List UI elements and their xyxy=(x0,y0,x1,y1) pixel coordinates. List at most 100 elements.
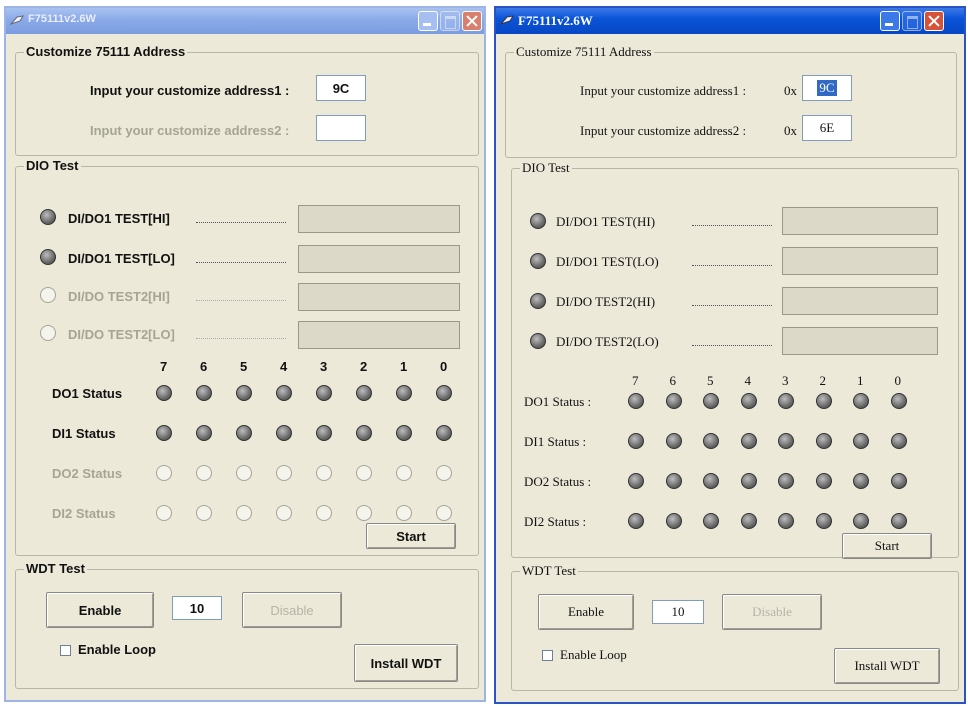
address2-label: Input your customize address2 : xyxy=(90,123,290,138)
status-led xyxy=(778,473,794,489)
address2-field[interactable]: 6E xyxy=(802,115,852,141)
bit-header: 7 xyxy=(632,373,639,388)
status-row-label: DI1 Status xyxy=(52,426,116,441)
test-label: DI/DO1 TEST[HI] xyxy=(68,211,170,226)
status-row-label: DI1 Status : xyxy=(524,434,587,449)
status-led xyxy=(316,465,332,481)
enable-loop-label: Enable Loop xyxy=(78,642,156,657)
status-led xyxy=(815,393,832,409)
window-title: F75111v2.6W xyxy=(518,13,593,28)
app-icon xyxy=(500,15,514,25)
status-led xyxy=(628,393,644,409)
bit-header: 6 xyxy=(669,373,677,388)
status-led xyxy=(356,465,372,481)
close-icon[interactable] xyxy=(924,11,944,31)
address1-field[interactable]: 9C xyxy=(802,75,852,101)
status-led xyxy=(665,393,682,409)
status-led xyxy=(276,505,292,521)
status-led xyxy=(628,513,644,529)
bit-header: 1 xyxy=(400,359,408,374)
test-label: DI/DO TEST2(LO) xyxy=(556,334,659,349)
address2-field[interactable] xyxy=(316,115,366,141)
test-led xyxy=(530,213,546,229)
status-led xyxy=(853,513,869,529)
status-led xyxy=(703,473,719,489)
test-result xyxy=(298,205,460,233)
test-label: DI/DO TEST2(HI) xyxy=(556,294,656,309)
start-button[interactable]: Start xyxy=(842,533,932,559)
wdt-value-field[interactable]: 10 xyxy=(652,600,704,624)
bit-header: 1 xyxy=(857,373,864,388)
status-led xyxy=(196,505,212,521)
status-led xyxy=(703,433,719,449)
bit-header: 5 xyxy=(240,359,248,374)
status-led xyxy=(156,385,172,401)
status-led xyxy=(316,385,332,401)
app-icon xyxy=(10,15,24,25)
enable-loop-checkbox[interactable] xyxy=(542,650,553,661)
enable-button[interactable]: Enable xyxy=(46,592,154,628)
status-led xyxy=(628,473,644,489)
window-title: F75111v2.6W xyxy=(28,13,96,25)
dotted-leader xyxy=(692,225,772,226)
hex-prefix: 0x xyxy=(784,123,797,138)
test-led xyxy=(530,253,546,269)
status-row-label: DO2 Status : xyxy=(524,474,592,489)
install-wdt-button[interactable]: Install WDT xyxy=(354,644,458,682)
status-led xyxy=(236,505,252,521)
dio-group: DIO Test DI/DO1 TEST(HI) DI/DO1 TEST(LO)… xyxy=(511,160,959,559)
status-led xyxy=(236,425,252,441)
customize-group: Customize 75111 Address Input your custo… xyxy=(15,44,479,156)
maximize-icon[interactable] xyxy=(440,11,460,31)
status-led xyxy=(436,385,452,401)
test-led xyxy=(530,333,546,349)
status-led xyxy=(156,465,172,481)
status-led xyxy=(665,433,682,449)
status-led xyxy=(778,393,794,409)
status-led xyxy=(778,433,794,449)
status-led xyxy=(890,393,907,409)
bit-header: 2 xyxy=(360,359,368,374)
status-led xyxy=(890,473,907,489)
status-led xyxy=(316,505,332,521)
minimize-icon[interactable] xyxy=(880,11,900,31)
close-icon[interactable] xyxy=(462,11,482,31)
left-window: F75111v2.6W Customize 75111 Address Inpu… xyxy=(4,6,486,702)
address1-label: Input your customize address1 : xyxy=(580,83,747,98)
test-led xyxy=(530,293,546,309)
bit-header: 0 xyxy=(894,373,902,388)
title-bar[interactable]: F75111v2.6W xyxy=(496,8,964,34)
disable-button[interactable]: Disable xyxy=(242,592,342,628)
disable-button[interactable]: Disable xyxy=(722,594,822,630)
status-led xyxy=(778,513,794,529)
bit-header: 3 xyxy=(320,359,328,374)
bit-header: 7 xyxy=(160,359,168,374)
minimize-icon[interactable] xyxy=(418,11,438,31)
bit-header: 5 xyxy=(707,373,714,388)
maximize-icon[interactable] xyxy=(902,11,922,31)
test-label: DI/DO TEST2[HI] xyxy=(68,289,170,304)
group-title: WDT Test xyxy=(520,563,578,579)
enable-button[interactable]: Enable xyxy=(538,594,634,630)
enable-loop-checkbox[interactable] xyxy=(60,645,71,656)
status-led xyxy=(740,433,757,449)
test-label: DI/DO TEST2[LO] xyxy=(68,327,175,342)
wdt-value-field[interactable]: 10 xyxy=(172,596,222,620)
bit-header: 2 xyxy=(819,373,827,388)
status-led xyxy=(196,465,212,481)
status-led xyxy=(356,425,372,441)
test-led xyxy=(40,249,56,265)
status-led xyxy=(396,385,412,401)
status-led xyxy=(396,425,412,441)
hex-prefix: 0x xyxy=(784,83,797,98)
install-wdt-button[interactable]: Install WDT xyxy=(834,648,940,684)
status-led xyxy=(815,473,832,489)
dotted-leader xyxy=(692,345,772,346)
test-result xyxy=(782,207,938,235)
title-bar[interactable]: F75111v2.6W xyxy=(6,8,484,34)
address1-field[interactable]: 9C xyxy=(316,75,366,101)
bit-header: 0 xyxy=(440,359,448,374)
status-led xyxy=(196,385,212,401)
start-button[interactable]: Start xyxy=(366,523,456,549)
test-result xyxy=(782,287,938,315)
